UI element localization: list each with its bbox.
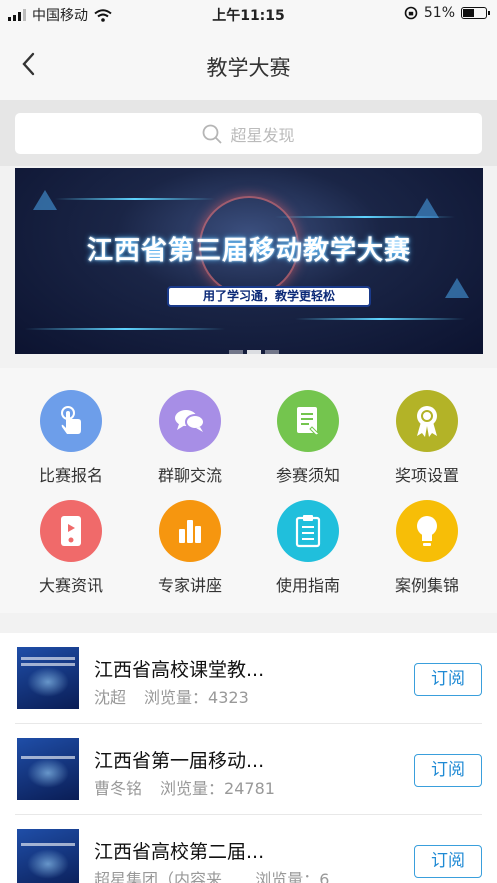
grid-label: 奖项设置 xyxy=(394,466,459,485)
carousel-dot xyxy=(229,350,243,354)
carousel-dots xyxy=(229,350,279,354)
item-meta: 曹冬铭 浏览量：24781 xyxy=(94,775,275,799)
item-views-label: 浏览量： xyxy=(144,688,209,707)
item-views-label: 浏览量： xyxy=(255,870,320,883)
item-thumbnail xyxy=(17,829,79,883)
grid-item-guidelines[interactable]: 参赛须知 xyxy=(246,390,370,486)
status-bar: 中国移动 上午11:15 51% xyxy=(0,0,497,28)
banner-subtitle: 用了学习通，教学更轻松 xyxy=(167,286,371,307)
battery-percent: 51% xyxy=(423,5,455,21)
grid-label: 案例集锦 xyxy=(394,576,459,595)
search-placeholder: 超星发现 xyxy=(230,125,295,145)
item-author: 超星集团（内容来... xyxy=(94,870,238,883)
grid-item-group-chat[interactable]: 群聊交流 xyxy=(128,390,252,486)
item-thumbnail xyxy=(17,738,79,800)
banner-carousel[interactable]: 江西省第三届移动教学大赛 用了学习通，教学更轻松 xyxy=(15,168,483,354)
clipboard-checklist-icon xyxy=(277,500,339,562)
grid-label: 比赛报名 xyxy=(38,466,103,485)
grid-item-news[interactable]: 大赛资讯 xyxy=(9,500,133,596)
grid-label: 参赛须知 xyxy=(275,466,340,485)
grid-item-case-collection[interactable]: 案例集锦 xyxy=(365,500,489,596)
search-input[interactable]: 超星发现 xyxy=(15,113,482,154)
grid-item-lectures[interactable]: 专家讲座 xyxy=(128,500,252,596)
search-area: 超星发现 xyxy=(0,100,497,166)
grid-label: 专家讲座 xyxy=(157,576,222,595)
battery-icon xyxy=(461,7,490,19)
carousel-dot-active xyxy=(247,350,261,354)
nav-bar: 教学大赛 xyxy=(0,28,497,100)
phone-play-icon xyxy=(40,500,102,562)
item-title: 江西省高校课堂教... xyxy=(94,659,265,681)
bar-chart-icon xyxy=(159,500,221,562)
award-ribbon-icon xyxy=(396,390,458,452)
subscribe-button[interactable]: 订阅 xyxy=(414,845,482,878)
item-views: 6... xyxy=(319,870,345,883)
subscribe-button[interactable]: 订阅 xyxy=(414,754,482,787)
chat-bubbles-icon xyxy=(159,390,221,452)
item-title: 江西省第一届移动... xyxy=(94,750,265,772)
grid-label: 群聊交流 xyxy=(157,466,222,485)
feature-grid: 比赛报名 群聊交流 参赛须知 奖项设置 大赛资讯 专家讲座 使用指南 案例集锦 xyxy=(0,368,497,613)
item-meta: 超星集团（内容来... 浏览量：6... xyxy=(94,866,345,883)
tap-hand-icon xyxy=(40,390,102,452)
grid-item-registration[interactable]: 比赛报名 xyxy=(9,390,133,486)
grid-label: 使用指南 xyxy=(275,576,340,595)
lightbulb-icon xyxy=(396,500,458,562)
item-meta: 沈超 浏览量：4323 xyxy=(94,684,249,708)
search-icon xyxy=(203,124,223,144)
orientation-lock-icon xyxy=(404,6,418,20)
subscription-list: 江西省高校课堂教... 沈超 浏览量：4323 订阅 江西省第一届移动... 曹冬… xyxy=(0,633,497,883)
item-views: 4323 xyxy=(208,688,249,707)
item-author: 曹冬铭 xyxy=(94,779,143,798)
grid-label: 大赛资讯 xyxy=(38,576,103,595)
item-views-label: 浏览量： xyxy=(160,779,225,798)
grid-item-user-guide[interactable]: 使用指南 xyxy=(246,500,370,596)
list-item[interactable]: 江西省高校第二届... 超星集团（内容来... 浏览量：6... 订阅 xyxy=(0,815,497,883)
item-title: 江西省高校第二届... xyxy=(94,841,265,863)
list-item[interactable]: 江西省高校课堂教... 沈超 浏览量：4323 订阅 xyxy=(0,633,497,724)
grid-item-awards[interactable]: 奖项设置 xyxy=(365,390,489,486)
document-icon xyxy=(277,390,339,452)
carousel-dot xyxy=(265,350,279,354)
item-views: 24781 xyxy=(224,779,275,798)
list-item[interactable]: 江西省第一届移动... 曹冬铭 浏览量：24781 订阅 xyxy=(0,724,497,815)
page-title: 教学大赛 xyxy=(206,56,291,80)
item-author: 沈超 xyxy=(94,688,127,707)
item-thumbnail xyxy=(17,647,79,709)
banner-title: 江西省第三届移动教学大赛 xyxy=(86,236,411,266)
subscribe-button[interactable]: 订阅 xyxy=(414,663,482,696)
